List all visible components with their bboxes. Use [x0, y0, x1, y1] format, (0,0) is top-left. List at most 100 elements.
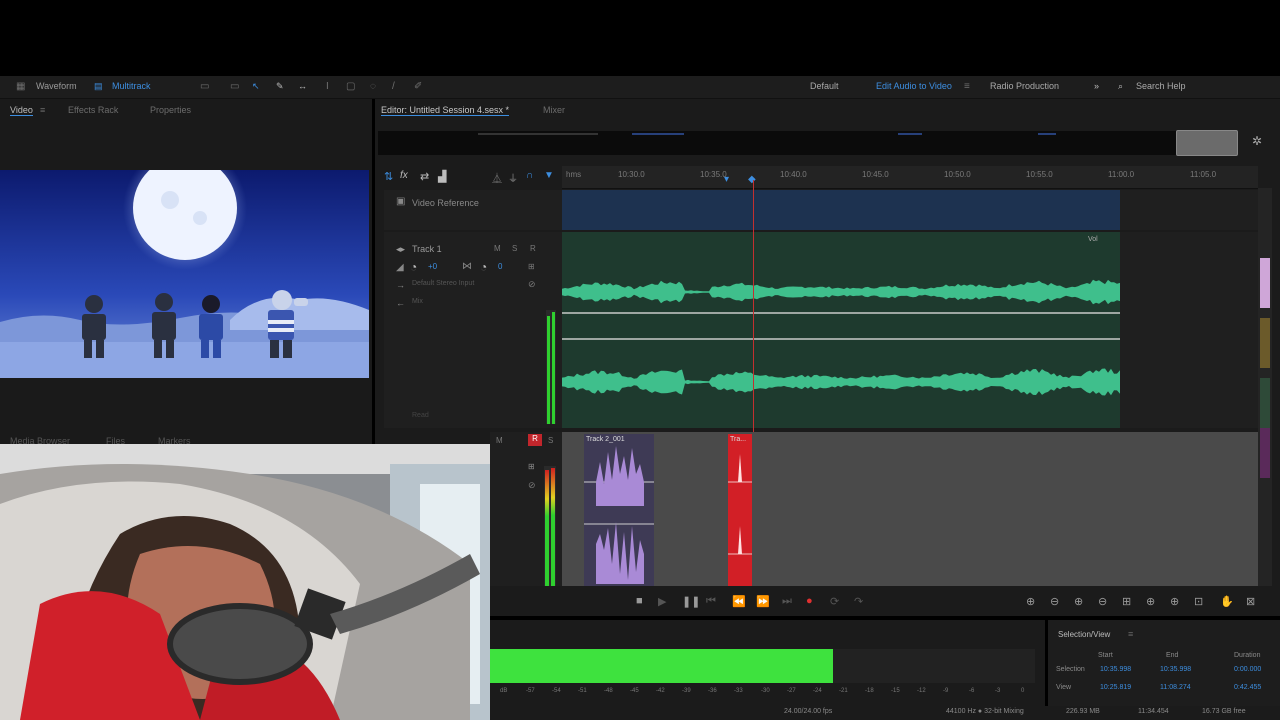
track1-mute-button[interactable]: M — [494, 244, 501, 253]
overview-zoom-thumb[interactable] — [1176, 130, 1238, 156]
track1-name[interactable]: Track 1 — [412, 244, 442, 254]
tab-editor-session[interactable]: Editor: Untitled Session 4.sesx * — [381, 105, 510, 116]
mic-icon[interactable]: ⏚ — [508, 170, 518, 185]
sends-icon[interactable]: ⇄ — [420, 170, 429, 183]
video-reference-track[interactable] — [562, 190, 1120, 230]
lasso-tool-icon[interactable]: ◌ — [370, 81, 376, 92]
track2-record-button[interactable]: R — [528, 434, 542, 446]
fx-icon[interactable]: fx — [400, 170, 408, 181]
playhead-follow-icon[interactable]: ▼ — [544, 170, 554, 181]
tab-properties[interactable]: Properties — [150, 105, 191, 115]
color-strip — [1260, 428, 1270, 478]
loop-button[interactable]: ⟳ — [830, 595, 839, 608]
zoom-out-time-icon[interactable]: ⊖ — [1098, 595, 1107, 608]
track2-solo-button[interactable]: S — [548, 436, 553, 445]
track2-input-monitor-icon[interactable]: ⊘ — [528, 480, 536, 491]
zoom-tracks-icon[interactable]: ⊠ — [1246, 595, 1255, 608]
panel-menu-icon[interactable]: ≡ — [40, 105, 45, 115]
marker-icon[interactable]: ▾ — [724, 174, 729, 185]
workspace-radio-production[interactable]: Radio Production — [990, 81, 1059, 91]
hand-tool-icon[interactable]: ✋ — [1220, 595, 1234, 608]
stop-button[interactable]: ■ — [636, 595, 643, 607]
track1-read-mode[interactable]: Read — [412, 412, 429, 419]
workspace-default[interactable]: Default — [810, 81, 839, 91]
go-to-start-button[interactable]: ⏮ — [706, 595, 716, 608]
video-reference-header: ▣ Video Reference — [384, 190, 562, 230]
track1-pan-value[interactable]: 0 — [498, 262, 502, 271]
level-scale-tick: -24 — [813, 688, 822, 694]
pitch-display-icon[interactable]: ▭ — [230, 81, 239, 92]
track2-mute-button[interactable]: M — [496, 436, 503, 445]
track2-header: M R S ⊞ ⊘ — [490, 432, 562, 586]
search-help-field[interactable]: Search Help — [1136, 81, 1186, 91]
tab-effects-rack[interactable]: Effects Rack — [68, 105, 118, 115]
track2-lane[interactable]: Track 2_001 Tra... — [562, 432, 1258, 586]
filter-icon[interactable]: ⇅ — [384, 170, 393, 183]
track1-audio-clip[interactable]: Vol — [562, 232, 1120, 428]
playhead-handle-icon[interactable]: ◆ — [748, 174, 756, 185]
marquee-tool-icon[interactable]: ▢ — [346, 81, 355, 92]
skip-button[interactable]: ↷ — [854, 595, 863, 608]
tab-video[interactable]: Video — [10, 105, 33, 116]
track1-volume-value[interactable]: +0 — [428, 262, 437, 271]
volume-knob[interactable]: ◔ — [410, 260, 417, 274]
zoom-in-left-icon[interactable]: ⊕ — [1146, 595, 1155, 608]
spot-healing-tool-icon[interactable]: ✐ — [414, 81, 422, 92]
level-scale-tick: -54 — [552, 688, 561, 694]
view-duration[interactable]: 0:42.455 — [1234, 684, 1261, 691]
zoom-selection-icon[interactable]: ⊡ — [1194, 595, 1203, 608]
selection-duration[interactable]: 0:00.000 — [1234, 666, 1261, 673]
waveform-mode-button[interactable]: Waveform — [36, 81, 77, 91]
input-monitor-icon[interactable]: ⊘ — [528, 279, 536, 290]
play-button[interactable]: ▶ — [658, 595, 666, 608]
slip-tool-icon[interactable]: ↔ — [298, 81, 307, 91]
view-end[interactable]: 11:08.274 — [1160, 684, 1191, 691]
brush-tool-icon[interactable]: / — [392, 81, 395, 92]
record-button[interactable]: ● — [806, 595, 813, 607]
view-start[interactable]: 10:25.819 — [1100, 684, 1131, 691]
pin-icon[interactable]: ✲ — [1252, 134, 1262, 148]
track1-solo-button[interactable]: S — [512, 244, 517, 253]
pan-knob[interactable]: ◔ — [480, 260, 487, 274]
vertical-scrollbar[interactable] — [1258, 188, 1272, 586]
overview-timeline[interactable] — [378, 131, 1238, 155]
zoom-in-amplitude-icon[interactable]: ⊕ — [1026, 595, 1035, 608]
scrollbar-thumb[interactable] — [1260, 258, 1270, 308]
time-selection-tool-icon[interactable]: I — [326, 81, 329, 92]
metronome-icon[interactable]: ⏅ — [492, 170, 502, 185]
spectral-display-icon[interactable]: ▭ — [200, 81, 209, 92]
multitrack-icon[interactable]: ▤ — [94, 81, 103, 92]
tab-mixer[interactable]: Mixer — [543, 105, 565, 115]
panel-menu-icon[interactable]: ≡ — [1128, 629, 1133, 639]
fast-forward-button[interactable]: ⏩ — [756, 595, 770, 608]
ruler-tick: 11:05.0 — [1190, 170, 1217, 179]
move-tool-icon[interactable]: ↖ — [252, 81, 260, 92]
waveform-icon[interactable]: ▦ — [16, 81, 25, 92]
track2-clip-recording[interactable]: Tra... — [728, 434, 752, 586]
go-to-end-button[interactable]: ⏭ — [782, 595, 792, 608]
zoom-in-right-icon[interactable]: ⊕ — [1170, 595, 1179, 608]
selection-end[interactable]: 10:35.998 — [1160, 666, 1191, 673]
track1-input-select[interactable]: Default Stereo Input — [412, 280, 474, 287]
pause-button[interactable]: ❚❚ — [682, 595, 700, 608]
selection-start[interactable]: 10:35.998 — [1100, 666, 1131, 673]
zoom-in-time-icon[interactable]: ⊕ — [1074, 595, 1083, 608]
zoom-full-icon[interactable]: ⊞ — [1122, 595, 1131, 608]
workspace-edit-audio-to-video[interactable]: Edit Audio to Video — [876, 81, 952, 91]
eq-icon[interactable]: ▟ — [438, 170, 446, 183]
status-fps: 24.00/24.00 fps — [784, 708, 833, 715]
rewind-button[interactable]: ⏪ — [732, 595, 746, 608]
workspace-menu-icon[interactable]: ≡ — [964, 81, 970, 92]
track1-record-button[interactable]: R — [530, 244, 536, 253]
time-ruler[interactable]: hms 10:30.0 10:35.0 10:40.0 10:45.0 10:5… — [562, 166, 1258, 189]
track1-empty-area[interactable] — [1120, 232, 1258, 428]
snap-icon[interactable]: ∩ — [526, 170, 533, 181]
zoom-out-amplitude-icon[interactable]: ⊖ — [1050, 595, 1059, 608]
track2-clip-1[interactable]: Track 2_001 — [584, 434, 654, 586]
more-workspaces-button[interactable]: » — [1094, 81, 1099, 91]
razor-tool-icon[interactable]: ✎ — [276, 81, 284, 92]
multitrack-mode-button[interactable]: Multitrack — [112, 81, 151, 91]
track-move-icon[interactable]: ◂▸ — [396, 244, 405, 255]
header-start: Start — [1098, 652, 1113, 659]
track1-output-select[interactable]: Mix — [412, 298, 423, 305]
